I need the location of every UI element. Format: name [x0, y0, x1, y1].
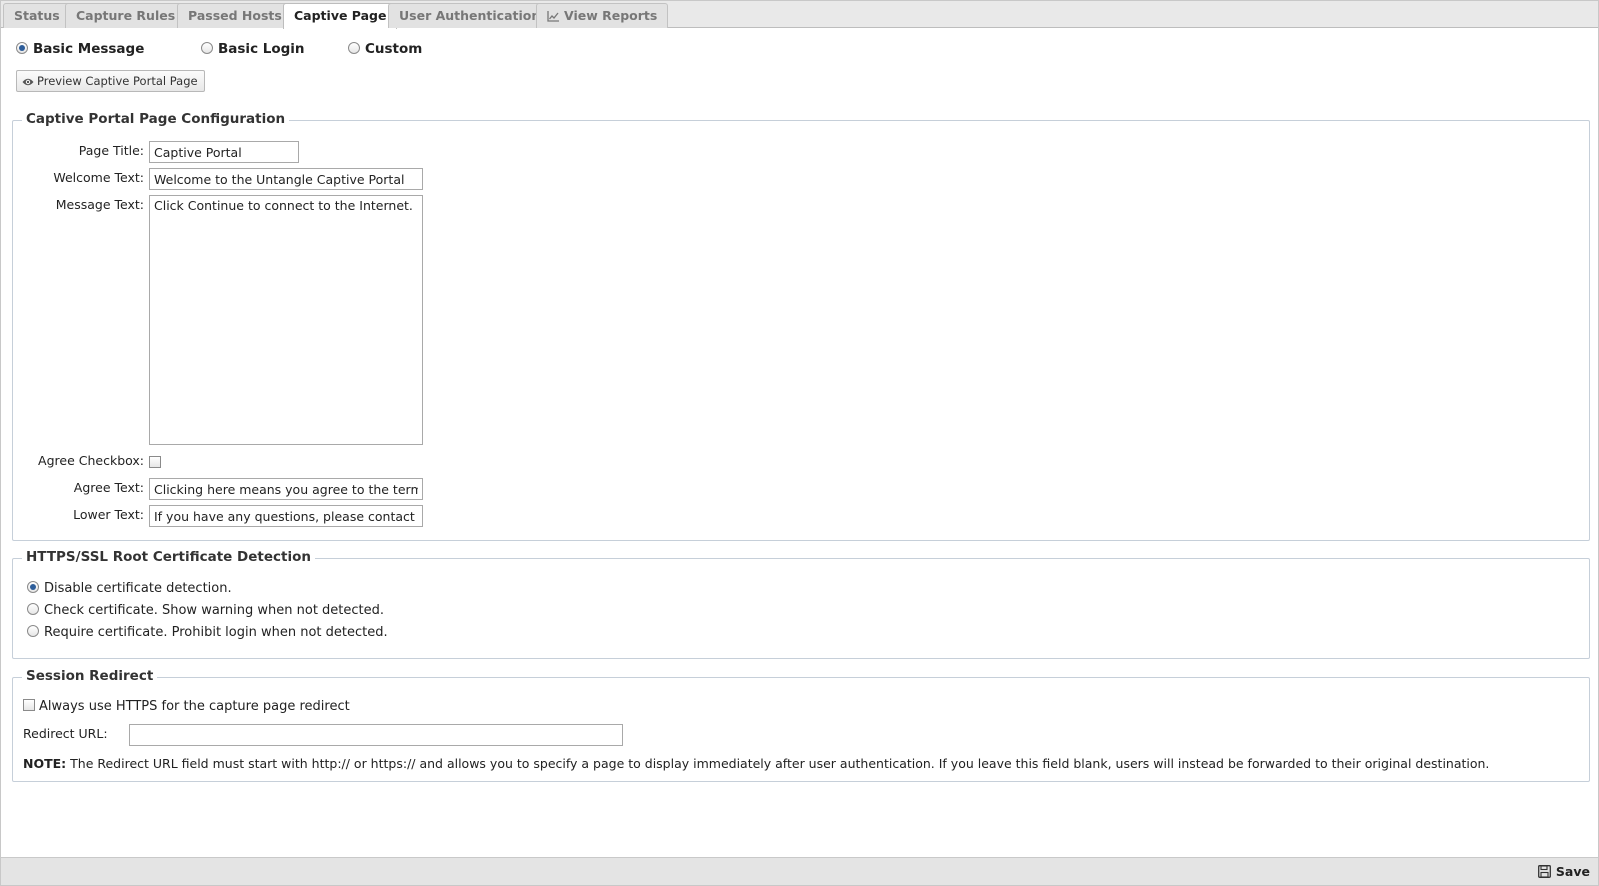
message-text-label: Message Text: — [55, 197, 144, 212]
radio-basic-login[interactable]: Basic Login — [201, 41, 305, 57]
tab-label: Captive Page — [294, 8, 387, 23]
radio-disable-cert-detection[interactable]: Disable certificate detection. — [27, 581, 232, 596]
checkbox-label: Always use HTTPS for the capture page re… — [39, 699, 350, 714]
redirect-url-input[interactable] — [129, 724, 623, 746]
button-label: Save — [1555, 864, 1590, 879]
radio-button[interactable] — [348, 42, 360, 54]
tab-status[interactable]: Status — [3, 3, 71, 28]
agree-checkbox[interactable] — [149, 456, 161, 468]
fieldset-legend: Captive Portal Page Configuration — [22, 111, 290, 127]
tab-capture-rules[interactable]: Capture Rules — [65, 3, 187, 28]
floppy-disk-icon — [1537, 864, 1551, 884]
radio-label: Custom — [365, 41, 423, 57]
radio-button[interactable] — [201, 42, 213, 54]
captive-portal-config-fieldset: Captive Portal Page Configuration Page T… — [12, 111, 1590, 541]
message-text-textarea[interactable]: Click Continue to connect to the Interne… — [149, 195, 423, 445]
lower-text-label: Lower Text: — [73, 507, 144, 522]
eye-icon — [22, 73, 34, 93]
page-title-input[interactable] — [149, 141, 299, 163]
radio-button-checked[interactable] — [16, 42, 28, 54]
app-window: Status Capture Rules Passed Hosts Captiv… — [0, 0, 1599, 886]
note-text: The Redirect URL field must start with h… — [66, 756, 1490, 771]
radio-label: Check certificate. Show warning when not… — [44, 603, 385, 618]
certificate-detection-fieldset: HTTPS/SSL Root Certificate Detection Dis… — [12, 549, 1590, 659]
redirect-note: NOTE: The Redirect URL field must start … — [23, 756, 1489, 771]
radio-button[interactable] — [27, 625, 39, 637]
agree-checkbox-label: Agree Checkbox: — [38, 453, 144, 468]
agree-text-label: Agree Text: — [73, 480, 144, 495]
page-title-label: Page Title: — [78, 143, 144, 158]
button-label: Preview Captive Portal Page — [37, 74, 198, 88]
tab-label: User Authentication — [399, 8, 541, 23]
welcome-text-input[interactable] — [149, 168, 423, 190]
tab-label: Passed Hosts — [188, 8, 282, 23]
radio-label: Disable certificate detection. — [44, 581, 232, 596]
bottom-toolbar: Save — [1, 857, 1598, 885]
tab-label: Capture Rules — [76, 8, 176, 23]
tab-label: Status — [14, 8, 60, 23]
radio-custom[interactable]: Custom — [348, 41, 422, 57]
always-https-checkbox[interactable] — [23, 699, 35, 711]
tab-label: View Reports — [564, 8, 658, 23]
radio-button-checked[interactable] — [27, 581, 39, 593]
radio-check-certificate[interactable]: Check certificate. Show warning when not… — [27, 603, 384, 618]
welcome-text-label: Welcome Text: — [53, 170, 144, 185]
always-https-checkbox-row[interactable]: Always use HTTPS for the capture page re… — [23, 699, 350, 714]
radio-require-certificate[interactable]: Require certificate. Prohibit login when… — [27, 625, 388, 640]
line-chart-icon — [547, 6, 559, 29]
redirect-url-label: Redirect URL: — [23, 726, 108, 741]
radio-label: Require certificate. Prohibit login when… — [44, 625, 388, 640]
fieldset-legend: HTTPS/SSL Root Certificate Detection — [22, 549, 315, 565]
note-prefix: NOTE: — [23, 756, 67, 771]
tab-view-reports[interactable]: View Reports — [536, 3, 669, 29]
session-redirect-fieldset: Session Redirect Always use HTTPS for th… — [12, 668, 1590, 782]
save-button[interactable]: Save — [1537, 862, 1590, 884]
radio-button[interactable] — [27, 603, 39, 615]
tab-captive-page[interactable]: Captive Page — [283, 3, 398, 29]
tab-passed-hosts[interactable]: Passed Hosts — [177, 3, 293, 28]
lower-text-input[interactable] — [149, 505, 423, 527]
radio-basic-message[interactable]: Basic Message — [16, 41, 144, 57]
radio-label: Basic Message — [33, 41, 145, 57]
tab-user-authentication[interactable]: User Authentication — [388, 3, 552, 28]
agree-text-input[interactable] — [149, 478, 423, 500]
radio-label: Basic Login — [218, 41, 305, 57]
tab-bar: Status Capture Rules Passed Hosts Captiv… — [1, 1, 1598, 29]
fieldset-legend: Session Redirect — [22, 668, 158, 684]
preview-captive-portal-button[interactable]: Preview Captive Portal Page — [16, 70, 205, 92]
